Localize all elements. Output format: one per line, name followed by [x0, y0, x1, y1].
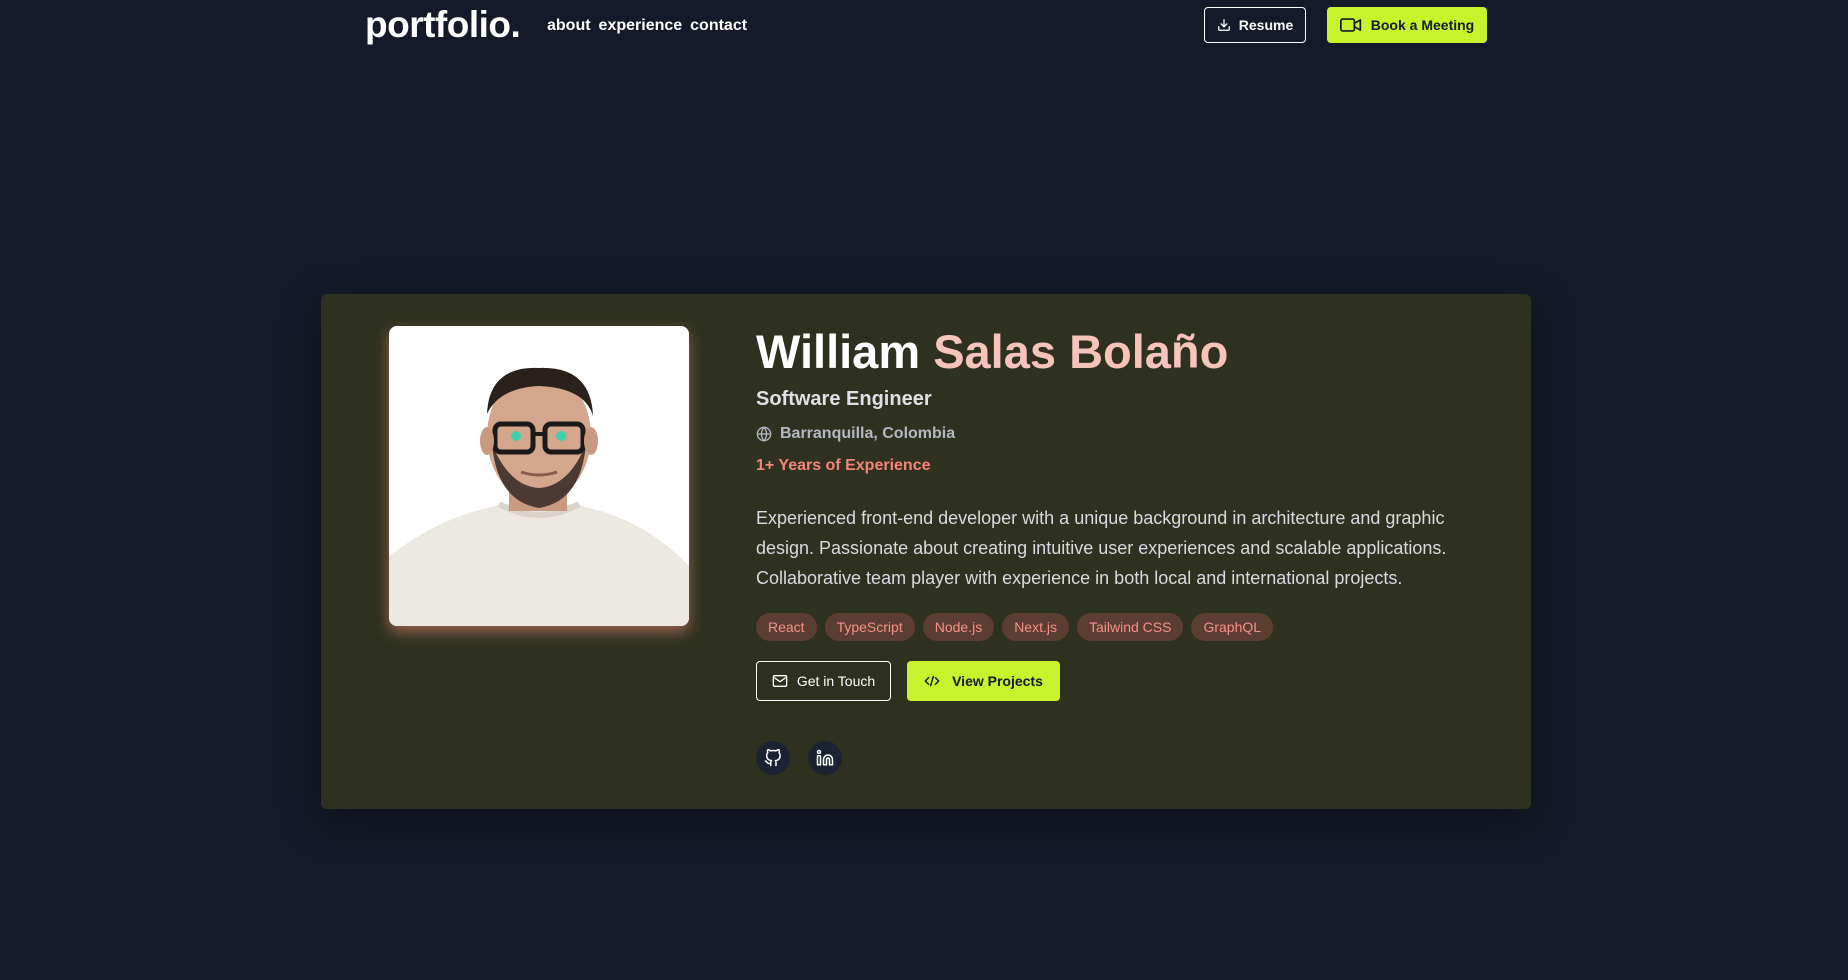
code-icon [924, 675, 940, 687]
view-projects-button[interactable]: View Projects [907, 661, 1060, 701]
location: Barranquilla, Colombia [756, 425, 1456, 443]
job-title: Software Engineer [756, 388, 932, 410]
nav-links: about experience contact [547, 17, 747, 35]
hero-actions: Get in Touch View Projects [756, 661, 1456, 701]
mail-icon [772, 675, 788, 687]
skill-tag: Node.js [922, 613, 995, 641]
book-meeting-button[interactable]: Book a Meeting [1327, 7, 1487, 43]
hero-card: William Salas Bolaño Software Engineer B… [321, 294, 1531, 809]
get-in-touch-label: Get in Touch [796, 673, 876, 689]
first-name: William [756, 325, 921, 378]
nav-link-experience[interactable]: experience [599, 17, 683, 35]
download-icon [1217, 19, 1230, 31]
skill-tag: TypeScript [824, 613, 915, 641]
skill-tag: React [756, 613, 817, 641]
resume-button[interactable]: Resume [1204, 7, 1306, 43]
bio-text: Experienced front-end developer with a u… [756, 508, 1447, 588]
view-projects-label: View Projects [952, 673, 1043, 689]
github-link[interactable] [756, 741, 790, 775]
get-in-touch-button[interactable]: Get in Touch [756, 661, 891, 701]
location-text: Barranquilla, Colombia [780, 425, 956, 442]
linkedin-link[interactable] [808, 741, 842, 775]
globe-icon [756, 426, 772, 442]
experience-years: 1+ Years of Experience [756, 457, 931, 474]
github-icon [764, 749, 781, 767]
resume-label: Resume [1238, 17, 1294, 33]
skill-tag: Tailwind CSS [1076, 613, 1184, 641]
last-name: Salas Bolaño [933, 325, 1229, 378]
logo[interactable]: portfolio. [365, 4, 521, 46]
skill-tags: React TypeScript Node.js Next.js Tailwin… [756, 613, 1456, 641]
top-nav: portfolio. about experience contact Resu… [0, 0, 1848, 52]
nav-link-about[interactable]: about [547, 17, 591, 35]
nav-link-contact[interactable]: contact [690, 17, 747, 35]
linkedin-icon [816, 749, 834, 766]
skill-tag: Next.js [1002, 613, 1069, 641]
profile-photo [389, 326, 689, 626]
profile-info: William Salas Bolaño Software Engineer B… [756, 326, 1456, 775]
skill-tag: GraphQL [1191, 613, 1274, 641]
video-camera-icon [1339, 18, 1361, 32]
profile-name: William Salas Bolaño [756, 326, 1456, 378]
social-links [756, 741, 1456, 775]
meeting-label: Book a Meeting [1370, 17, 1475, 33]
